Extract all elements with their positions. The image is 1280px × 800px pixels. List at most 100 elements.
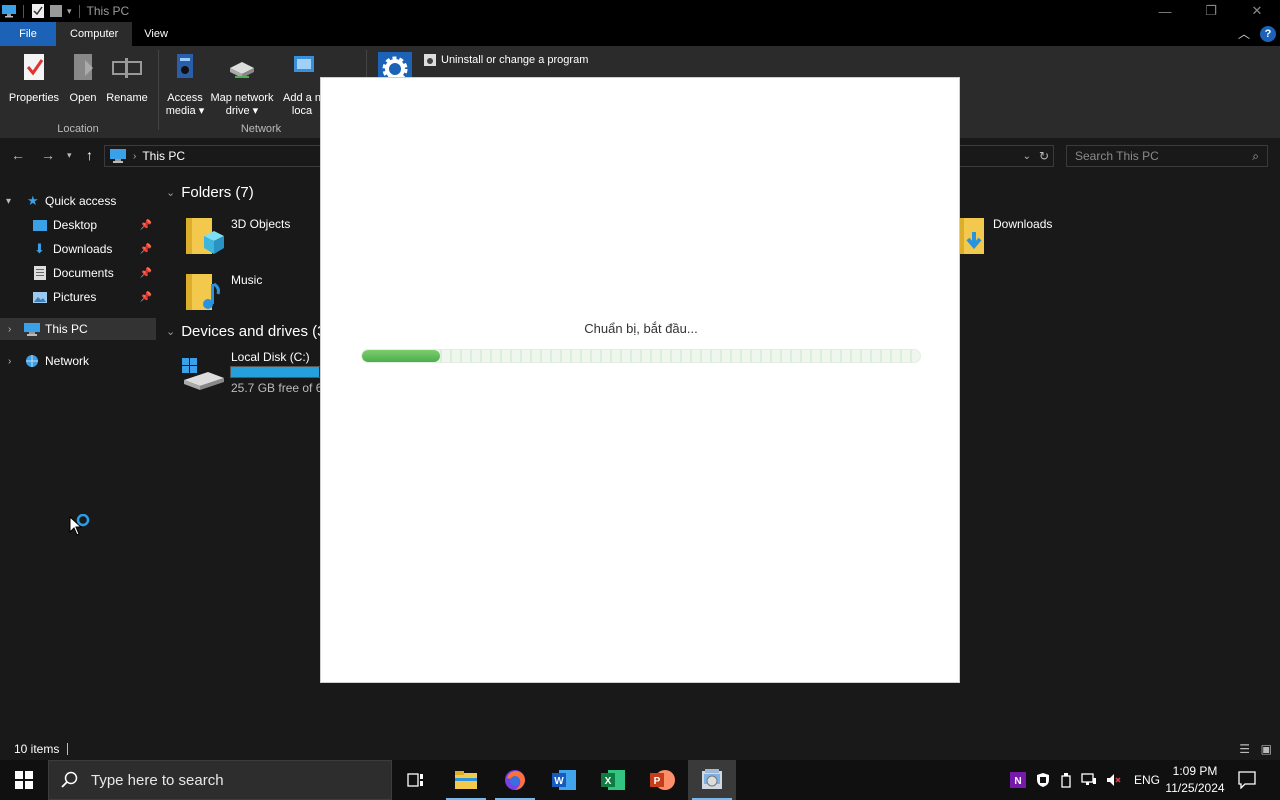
location-group: Properties Open Rename Location bbox=[0, 46, 156, 138]
address-path[interactable]: This PC bbox=[142, 149, 185, 163]
system-tray: N ENG bbox=[1010, 760, 1160, 800]
window-controls: — ❐ ✕ bbox=[1142, 0, 1280, 22]
folder-tile-music[interactable]: Music bbox=[180, 268, 320, 316]
nav-item-desktop[interactable]: Desktop 📌 bbox=[0, 214, 156, 236]
tab-file[interactable]: File bbox=[0, 22, 56, 46]
close-button[interactable]: ✕ bbox=[1234, 0, 1280, 22]
devices-section-header[interactable]: ⌄ Devices and drives (3 bbox=[166, 323, 325, 340]
expanded-chevron-icon[interactable]: ▾ bbox=[6, 196, 11, 207]
music-folder-icon bbox=[186, 274, 220, 310]
nav-quick-access[interactable]: ▾ ★ Quick access bbox=[0, 190, 156, 212]
map-drive-label-line1: Map network bbox=[210, 92, 274, 104]
drive-usage-fill bbox=[231, 367, 320, 377]
progress-bar bbox=[361, 349, 921, 363]
back-arrow-icon[interactable]: ← bbox=[11, 147, 25, 163]
document-icon bbox=[34, 266, 46, 280]
customize-toolbar-chevron-icon[interactable]: ▾ bbox=[67, 6, 72, 17]
taskbar-app-installer[interactable] bbox=[688, 760, 736, 800]
properties-icon bbox=[24, 54, 44, 80]
access-media-label-line1: Access bbox=[167, 92, 203, 104]
clock[interactable]: 1:09 PM 11/25/2024 bbox=[1160, 763, 1230, 797]
nav-item-pictures[interactable]: Pictures 📌 bbox=[0, 286, 156, 308]
add-location-label-line2: loca bbox=[291, 105, 313, 117]
defender-shield-icon[interactable] bbox=[1035, 772, 1051, 788]
drive-name: Local Disk (C:) bbox=[231, 350, 310, 364]
refresh-icon[interactable]: ↻ bbox=[1039, 149, 1049, 163]
add-network-location-button[interactable]: Add a n loca bbox=[280, 52, 324, 118]
properties-button[interactable]: Properties bbox=[6, 52, 62, 105]
pin-icon[interactable]: 📌 bbox=[140, 244, 152, 255]
network-location-icon bbox=[294, 56, 314, 72]
details-view-icon[interactable]: ☰ bbox=[1239, 742, 1250, 756]
pin-icon[interactable]: 📌 bbox=[140, 220, 152, 231]
quick-access-toolbar: ▾ bbox=[0, 4, 83, 18]
svg-text:W: W bbox=[554, 776, 564, 787]
search-icon bbox=[61, 771, 78, 788]
up-arrow-icon[interactable]: ↑ bbox=[86, 147, 93, 163]
word-icon: W bbox=[552, 770, 576, 790]
pin-icon[interactable]: 📌 bbox=[140, 268, 152, 279]
taskbar-app-excel[interactable]: X bbox=[589, 760, 637, 800]
computer-icon[interactable] bbox=[2, 4, 16, 18]
uninstall-program-button[interactable]: Uninstall or change a program bbox=[424, 54, 588, 66]
restore-button[interactable]: ❐ bbox=[1188, 0, 1234, 22]
tab-view[interactable]: View bbox=[132, 22, 180, 46]
address-dropdown-chevron-icon[interactable]: ⌄ bbox=[1023, 151, 1031, 162]
taskbar-app-firefox[interactable] bbox=[491, 760, 539, 800]
rename-icon bbox=[112, 58, 142, 78]
search-input[interactable] bbox=[1075, 149, 1245, 163]
new-folder-icon[interactable] bbox=[49, 4, 63, 18]
help-icon[interactable]: ? bbox=[1260, 25, 1276, 42]
nav-item-documents[interactable]: Documents 📌 bbox=[0, 262, 156, 284]
windows-logo-icon bbox=[15, 771, 33, 789]
collapse-ribbon-chevron-icon[interactable]: ︿ bbox=[1238, 25, 1250, 42]
onenote-icon[interactable]: N bbox=[1010, 772, 1026, 788]
map-drive-label-line2: drive ▾ bbox=[225, 105, 259, 117]
ribbon-tabs: File Computer View ︿ ? bbox=[0, 22, 1280, 46]
folder-tile-3d-objects[interactable]: 3D Objects bbox=[180, 212, 320, 260]
collapsed-chevron-icon[interactable]: › bbox=[8, 324, 11, 335]
location-group-label: Location bbox=[57, 123, 99, 135]
drive-tile-c[interactable]: Local Disk (C:) 25.7 GB free of 69 bbox=[178, 348, 372, 398]
access-media-button[interactable]: Access media ▾ bbox=[162, 52, 208, 118]
input-language[interactable]: ENG bbox=[1134, 773, 1160, 787]
task-view-button[interactable] bbox=[392, 760, 440, 800]
folder-tile-downloads[interactable]: Downloads bbox=[952, 212, 1092, 260]
nav-network[interactable]: › Network bbox=[0, 350, 156, 372]
collapsed-chevron-icon[interactable]: › bbox=[8, 356, 11, 367]
taskbar-search-box[interactable] bbox=[48, 760, 392, 800]
map-network-drive-button[interactable]: Map network drive ▾ bbox=[206, 52, 278, 118]
pin-icon[interactable]: 📌 bbox=[140, 292, 152, 303]
network-globe-icon bbox=[26, 355, 38, 367]
nav-quick-access-label: Quick access bbox=[45, 194, 117, 208]
network-wired-icon[interactable] bbox=[1081, 773, 1097, 787]
taskbar-app-powerpoint[interactable]: P bbox=[638, 760, 686, 800]
taskbar-app-word[interactable]: W bbox=[540, 760, 588, 800]
start-button[interactable] bbox=[0, 760, 48, 800]
nav-this-pc[interactable]: › This PC bbox=[0, 318, 156, 340]
forward-arrow-icon[interactable]: → bbox=[41, 147, 55, 163]
tab-computer[interactable]: Computer bbox=[56, 22, 133, 46]
svg-text:N: N bbox=[1014, 776, 1021, 787]
rename-button[interactable]: Rename bbox=[104, 52, 150, 105]
open-button[interactable]: Open bbox=[64, 52, 102, 105]
taskbar-app-file-explorer[interactable] bbox=[442, 760, 490, 800]
uninstall-icon bbox=[424, 54, 436, 66]
rename-label: Rename bbox=[106, 92, 148, 104]
breadcrumb-chevron-icon[interactable]: › bbox=[133, 151, 136, 162]
folders-section-header[interactable]: ⌄ Folders (7) bbox=[166, 184, 254, 201]
properties-check-icon[interactable] bbox=[31, 4, 45, 18]
expanded-chevron-icon[interactable]: ⌄ bbox=[166, 186, 175, 199]
volume-muted-icon[interactable] bbox=[1106, 773, 1122, 787]
taskbar-search-input[interactable] bbox=[91, 771, 391, 789]
recent-locations-chevron-icon[interactable]: ▾ bbox=[67, 150, 72, 161]
expanded-chevron-icon[interactable]: ⌄ bbox=[166, 325, 175, 338]
usb-device-icon[interactable] bbox=[1060, 772, 1072, 788]
open-label: Open bbox=[69, 92, 97, 104]
large-icons-view-icon[interactable]: ▣ bbox=[1261, 742, 1272, 756]
minimize-button[interactable]: — bbox=[1142, 0, 1188, 22]
nav-item-downloads[interactable]: ⬇ Downloads 📌 bbox=[0, 238, 156, 260]
notifications-icon[interactable] bbox=[1238, 771, 1256, 789]
search-box[interactable]: ⌕ bbox=[1066, 145, 1268, 167]
search-icon[interactable]: ⌕ bbox=[1252, 149, 1259, 164]
